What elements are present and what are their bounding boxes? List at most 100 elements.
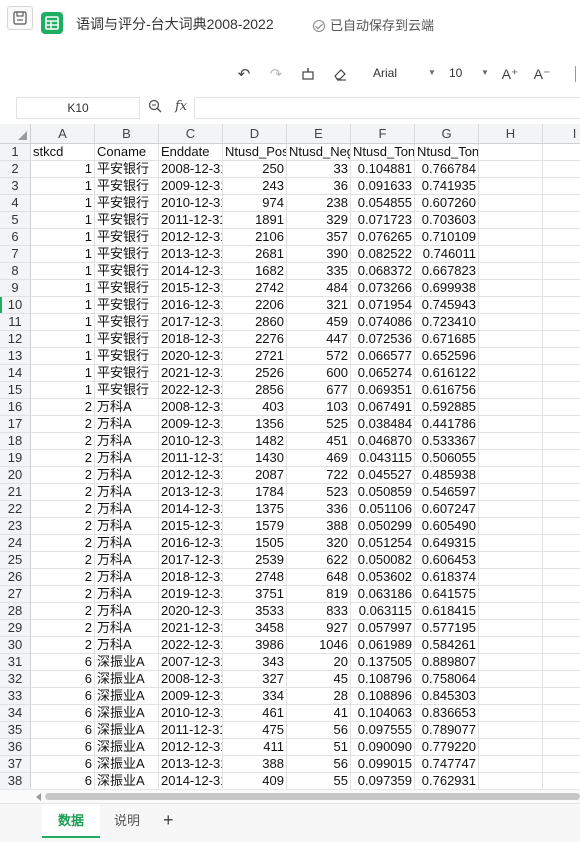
- data-cell[interactable]: [479, 654, 543, 671]
- data-cell[interactable]: 409: [223, 773, 287, 789]
- data-cell[interactable]: 2: [31, 620, 95, 637]
- data-cell[interactable]: 103: [287, 399, 351, 416]
- data-cell[interactable]: 343: [223, 654, 287, 671]
- data-cell[interactable]: 1: [31, 229, 95, 246]
- data-cell[interactable]: 万科A: [95, 450, 159, 467]
- data-cell[interactable]: 1: [31, 314, 95, 331]
- row-header[interactable]: 35: [0, 722, 31, 739]
- data-cell[interactable]: 6: [31, 773, 95, 789]
- data-cell[interactable]: 2009-12-31: [159, 178, 223, 195]
- data-cell[interactable]: 0.104063: [351, 705, 415, 722]
- data-cell[interactable]: 万科A: [95, 399, 159, 416]
- data-cell[interactable]: 0.745943: [415, 297, 479, 314]
- data-cell[interactable]: [479, 416, 543, 433]
- font-size-select[interactable]: 10: [449, 66, 462, 80]
- data-cell[interactable]: 819: [287, 586, 351, 603]
- data-cell[interactable]: [479, 484, 543, 501]
- data-cell[interactable]: 41: [287, 705, 351, 722]
- data-cell[interactable]: 2011-12-31: [159, 722, 223, 739]
- data-cell[interactable]: 2: [31, 569, 95, 586]
- data-cell[interactable]: 0.071723: [351, 212, 415, 229]
- name-box[interactable]: K10: [16, 97, 140, 119]
- header-cell[interactable]: stkcd: [31, 144, 95, 161]
- data-cell[interactable]: 万科A: [95, 484, 159, 501]
- data-cell[interactable]: [543, 161, 580, 178]
- data-cell[interactable]: 0.699938: [415, 280, 479, 297]
- data-cell[interactable]: 2: [31, 535, 95, 552]
- data-cell[interactable]: 335: [287, 263, 351, 280]
- data-cell[interactable]: 0.099015: [351, 756, 415, 773]
- data-cell[interactable]: 0.045527: [351, 467, 415, 484]
- data-cell[interactable]: 深振业A: [95, 739, 159, 756]
- data-cell[interactable]: [479, 161, 543, 178]
- data-cell[interactable]: 0.546597: [415, 484, 479, 501]
- data-cell[interactable]: [543, 569, 580, 586]
- data-cell[interactable]: 0.577195: [415, 620, 479, 637]
- data-cell[interactable]: 411: [223, 739, 287, 756]
- row-header[interactable]: 28: [0, 603, 31, 620]
- data-cell[interactable]: 0.082522: [351, 246, 415, 263]
- decrease-font-button[interactable]: A⁻: [532, 64, 552, 84]
- data-cell[interactable]: 2011-12-31: [159, 450, 223, 467]
- row-header[interactable]: 4: [0, 195, 31, 212]
- data-cell[interactable]: 1: [31, 382, 95, 399]
- select-all-corner[interactable]: [0, 124, 31, 144]
- data-cell[interactable]: 1482: [223, 433, 287, 450]
- data-cell[interactable]: 0.050082: [351, 552, 415, 569]
- row-header[interactable]: 34: [0, 705, 31, 722]
- row-header[interactable]: 5: [0, 212, 31, 229]
- data-cell[interactable]: 2007-12-31: [159, 654, 223, 671]
- data-cell[interactable]: [479, 688, 543, 705]
- scrollbar-thumb[interactable]: [45, 793, 580, 800]
- data-cell[interactable]: 1356: [223, 416, 287, 433]
- data-cell[interactable]: [543, 722, 580, 739]
- data-cell[interactable]: 0.766784: [415, 161, 479, 178]
- data-cell[interactable]: [479, 331, 543, 348]
- data-cell[interactable]: 451: [287, 433, 351, 450]
- data-cell[interactable]: [479, 297, 543, 314]
- data-cell[interactable]: 2742: [223, 280, 287, 297]
- data-cell[interactable]: 0.616122: [415, 365, 479, 382]
- data-cell[interactable]: 321: [287, 297, 351, 314]
- data-cell[interactable]: 2: [31, 637, 95, 654]
- data-cell[interactable]: [479, 246, 543, 263]
- row-header[interactable]: 13: [0, 348, 31, 365]
- data-cell[interactable]: 2087: [223, 467, 287, 484]
- scroll-left-icon[interactable]: [36, 793, 41, 801]
- header-cell[interactable]: Ntusd_Neg: [287, 144, 351, 161]
- data-cell[interactable]: 6: [31, 688, 95, 705]
- data-cell[interactable]: 1: [31, 246, 95, 263]
- clear-format-button[interactable]: [330, 64, 350, 84]
- header-cell[interactable]: Enddate: [159, 144, 223, 161]
- data-cell[interactable]: [543, 535, 580, 552]
- data-cell[interactable]: [479, 569, 543, 586]
- data-cell[interactable]: 3458: [223, 620, 287, 637]
- data-cell[interactable]: 327: [223, 671, 287, 688]
- data-cell[interactable]: 0.073266: [351, 280, 415, 297]
- data-cell[interactable]: [479, 552, 543, 569]
- row-header[interactable]: 2: [0, 161, 31, 178]
- data-cell[interactable]: 0.066577: [351, 348, 415, 365]
- data-cell[interactable]: 平安银行: [95, 246, 159, 263]
- row-header[interactable]: 15: [0, 382, 31, 399]
- column-header[interactable]: C: [159, 124, 223, 144]
- data-cell[interactable]: 万科A: [95, 416, 159, 433]
- data-cell[interactable]: 万科A: [95, 501, 159, 518]
- data-cell[interactable]: 万科A: [95, 518, 159, 535]
- data-cell[interactable]: [479, 671, 543, 688]
- data-cell[interactable]: 2020-12-31: [159, 603, 223, 620]
- data-cell[interactable]: 6: [31, 739, 95, 756]
- data-cell[interactable]: 525: [287, 416, 351, 433]
- data-cell[interactable]: 2276: [223, 331, 287, 348]
- data-cell[interactable]: 平安银行: [95, 178, 159, 195]
- data-cell[interactable]: 388: [223, 756, 287, 773]
- data-cell[interactable]: 0.068372: [351, 263, 415, 280]
- data-cell[interactable]: [543, 399, 580, 416]
- data-cell[interactable]: [543, 620, 580, 637]
- data-cell[interactable]: 2: [31, 518, 95, 535]
- data-cell[interactable]: 万科A: [95, 433, 159, 450]
- data-cell[interactable]: 0.069351: [351, 382, 415, 399]
- data-cell[interactable]: 0.618415: [415, 603, 479, 620]
- data-cell[interactable]: [543, 484, 580, 501]
- data-cell[interactable]: 深振业A: [95, 756, 159, 773]
